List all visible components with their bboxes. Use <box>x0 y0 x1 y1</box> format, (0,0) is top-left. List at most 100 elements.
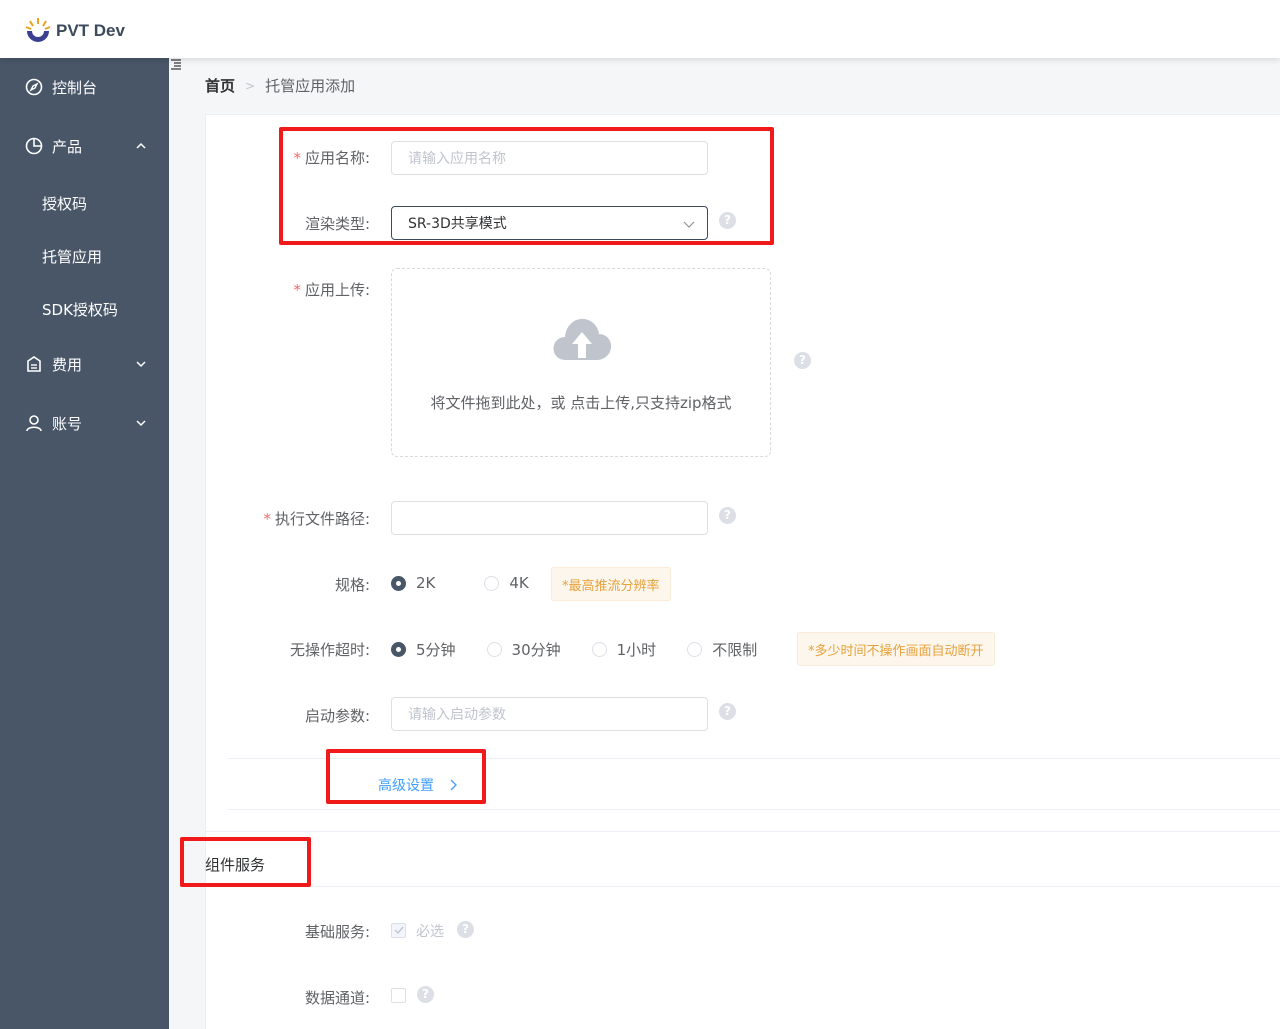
sidebar-subitem-license[interactable]: 授权码 <box>0 178 169 228</box>
app-name-input[interactable]: 请输入应用名称 <box>391 141 708 175</box>
sidebar-sublabel: SDK授权码 <box>42 300 118 319</box>
label-text: 执行文件路径: <box>274 510 370 528</box>
help-icon[interactable]: ? <box>794 352 811 369</box>
sidebar-item-product[interactable]: 产品 <box>0 117 169 175</box>
render-type-label: 渲染类型: <box>190 213 370 234</box>
launch-params-input[interactable]: 请输入启动参数 <box>391 697 708 731</box>
radio-label: 4K <box>509 574 529 592</box>
radio-dot <box>484 575 500 591</box>
sidebar-label: 控制台 <box>52 78 98 97</box>
section-title: 组件服务 <box>205 856 266 874</box>
sidebar-item-dashboard[interactable]: 控制台 <box>0 58 169 116</box>
sidebar-item-account[interactable]: 账号 <box>0 394 169 452</box>
render-type-select[interactable]: SR-3D共享模式 <box>391 206 708 240</box>
spec-radio-4k[interactable]: 4K <box>484 574 529 592</box>
help-icon[interactable]: ? <box>417 986 434 1003</box>
check-icon <box>394 926 404 935</box>
advanced-settings-link[interactable]: 高级设置 <box>378 775 458 795</box>
top-header: PVT Dev <box>0 0 1280 58</box>
exec-path-input[interactable] <box>391 501 708 535</box>
timeout-label: 无操作超时: <box>190 639 370 660</box>
sidebar-sublabel: 授权码 <box>42 194 88 213</box>
upload-dropzone[interactable]: 将文件拖到此处，或 点击上传,只支持zip格式 <box>391 268 771 457</box>
radio-dot <box>687 642 703 657</box>
input-placeholder: 请输入启动参数 <box>408 707 506 723</box>
sidebar-subitem-sdk-license[interactable]: SDK授权码 <box>0 284 169 334</box>
chevron-down-icon <box>136 420 146 427</box>
upload-label: * 应用上传: <box>190 279 370 300</box>
timeout-radio-30min[interactable]: 30分钟 <box>486 639 561 660</box>
help-icon[interactable]: ? <box>719 507 736 524</box>
user-icon <box>26 415 42 432</box>
data-channel-checkbox[interactable] <box>391 988 406 1003</box>
label-text: 无操作超时: <box>289 641 370 659</box>
label-text: 应用名称: <box>304 149 370 167</box>
spec-label: 规格: <box>190 574 370 595</box>
breadcrumb-current: 托管应用添加 <box>265 77 356 95</box>
sidebar-label: 账号 <box>52 414 83 433</box>
label-text: 数据通道: <box>304 989 370 1007</box>
radio-label: 5分钟 <box>416 641 456 659</box>
collapse-menu-icon[interactable] <box>170 58 182 70</box>
logo-icon <box>25 18 51 42</box>
sidebar-item-billing[interactable]: 费用 <box>0 335 169 393</box>
chevron-right-icon <box>450 779 457 791</box>
label-text: 应用上传: <box>304 281 370 299</box>
breadcrumb-home[interactable]: 首页 <box>205 75 235 96</box>
pie-chart-icon <box>25 137 43 155</box>
breadcrumb: 首页 > 托管应用添加 <box>205 75 355 96</box>
label-text: 基础服务: <box>304 923 370 941</box>
chevron-up-icon <box>136 142 146 149</box>
timeout-tip: *多少时间不操作画面自动断开 <box>797 632 995 666</box>
chevron-down-icon <box>683 221 695 228</box>
input-placeholder: 请输入应用名称 <box>408 151 506 167</box>
launch-params-label: 启动参数: <box>190 705 370 726</box>
sidebar-sublabel: 托管应用 <box>42 247 103 266</box>
divider <box>205 886 1280 887</box>
breadcrumb-separator-icon: > <box>245 78 256 93</box>
compass-icon <box>25 78 43 96</box>
timeout-radio-1h[interactable]: 1小时 <box>591 639 657 660</box>
help-icon[interactable]: ? <box>719 703 736 720</box>
radio-label: 不限制 <box>712 641 758 659</box>
spec-radio-group: 2K 4K <box>391 574 529 592</box>
label-text: 渲染类型: <box>304 215 370 233</box>
upload-hint: 将文件拖到此处，或 点击上传,只支持zip格式 <box>430 394 732 412</box>
basic-service-label: 基础服务: <box>190 921 370 942</box>
radio-dot <box>391 642 406 657</box>
radio-dot <box>591 642 607 657</box>
sidebar-label: 费用 <box>52 355 83 374</box>
data-channel-label: 数据通道: <box>190 987 370 1008</box>
select-value: SR-3D共享模式 <box>408 216 507 232</box>
timeout-radio-5min[interactable]: 5分钟 <box>391 639 456 660</box>
app-logo[interactable]: PVT Dev <box>24 16 125 46</box>
basic-service-checkbox[interactable] <box>391 923 406 938</box>
app-name-label: * 应用名称: <box>190 147 370 168</box>
basic-service-text: 必选 <box>416 924 444 940</box>
app-name: PVT Dev <box>56 21 125 40</box>
sidebar-label: 产品 <box>52 137 83 156</box>
spec-radio-2k[interactable]: 2K <box>391 574 435 592</box>
radio-dot <box>391 575 406 591</box>
label-text: 启动参数: <box>304 707 370 725</box>
form-card <box>205 114 1280 1029</box>
exec-path-label: * 执行文件路径: <box>190 508 370 529</box>
help-icon[interactable]: ? <box>719 212 736 229</box>
radio-label: 1小时 <box>616 641 657 659</box>
radio-label: 2K <box>416 574 436 592</box>
divider <box>205 831 1280 832</box>
radio-dot <box>486 642 502 657</box>
required-marker: * <box>293 149 301 167</box>
sidebar: 控制台 产品 授权码 托管应用 SDK授权码 费用 账号 <box>0 58 169 1029</box>
required-marker: * <box>263 510 271 528</box>
required-marker: * <box>293 281 301 299</box>
cloud-upload-icon <box>553 318 612 360</box>
divider <box>228 809 1280 810</box>
timeout-radio-group: 5分钟 30分钟 1小时 不限制 <box>391 639 757 660</box>
timeout-radio-unlimited[interactable]: 不限制 <box>687 639 757 660</box>
spec-tip: *最高推流分辨率 <box>551 567 671 601</box>
help-icon[interactable]: ? <box>457 921 474 938</box>
advanced-label: 高级设置 <box>378 778 434 794</box>
divider <box>228 758 1280 759</box>
sidebar-subitem-hosted-app[interactable]: 托管应用 <box>0 231 169 281</box>
